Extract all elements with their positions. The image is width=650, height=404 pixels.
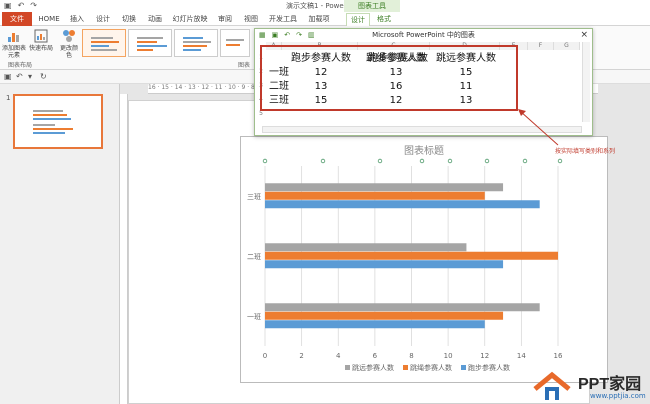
tab-review[interactable]: 审阅 [214, 13, 236, 26]
row-header-5[interactable]: 5 [256, 110, 266, 117]
tab-transitions[interactable]: 切换 [118, 13, 140, 26]
x-tick-label-7: 14 [517, 352, 526, 360]
legend-label-2: 跑步参赛人数 [468, 363, 510, 372]
category-label-2: 三班 [247, 192, 261, 201]
chart-tools-context-header: 图表工具 [344, 0, 400, 12]
chart-style-4[interactable] [220, 29, 250, 57]
palette-icon [63, 30, 75, 42]
group-chart-layout-label: 图表布局 [8, 62, 33, 69]
watermark-brand: PPT家园 [578, 376, 642, 393]
dropdown-icon[interactable]: ▾ [28, 72, 32, 81]
selection-handle-2 [377, 158, 383, 164]
change-colors-button[interactable]: 更改颜色 [58, 28, 80, 59]
x-tick-label-6: 12 [480, 352, 489, 360]
tab-home[interactable]: HOME [36, 13, 62, 26]
chart-style-3[interactable] [174, 29, 218, 57]
bar-0-2 [265, 303, 540, 312]
tab-chart-format[interactable]: 格式 [372, 13, 396, 26]
tab-developer[interactable]: 开发工具 [266, 13, 300, 26]
change-colors-label: 更改颜色 [59, 45, 78, 59]
tab-design[interactable]: 设计 [92, 13, 114, 26]
annotation-arrow-icon [518, 109, 559, 146]
bar-2-2 [265, 183, 504, 192]
datasheet-title: Microsoft PowerPoint 中的图表 [372, 31, 475, 39]
group-chart-styles-label: 图表 [238, 62, 251, 69]
save-icon-2[interactable]: ▣ [4, 72, 12, 81]
tab-file[interactable]: 文件 [2, 12, 32, 26]
x-tick-label-5: 10 [444, 352, 453, 360]
chart-style-1[interactable] [82, 29, 126, 57]
selection-handle-3 [419, 158, 425, 164]
legend-swatch-2 [461, 365, 466, 370]
x-tick-label-4: 8 [409, 352, 413, 360]
annotation-text: 按实际填写类别和系列 [555, 148, 616, 155]
datasheet-vertical-scrollbar[interactable] [582, 42, 590, 122]
title-bar: ▣ ↶ ↷ 演示文稿1 - PowerPoint [0, 0, 650, 12]
column-header-f[interactable]: F [528, 42, 554, 50]
x-tick-label-8: 16 [554, 352, 563, 360]
bar-0-1 [265, 311, 504, 320]
slide-thumbnail-pane: 1 [0, 84, 120, 404]
x-tick-label-3: 6 [373, 352, 378, 360]
add-chart-element-label: 添加图表元素 [2, 45, 27, 59]
category-label-1: 二班 [247, 252, 261, 261]
add-chart-element-button[interactable]: 添加图表元素 [2, 28, 26, 59]
bar-0-0 [265, 320, 485, 329]
watermark-url: www.pptjia.com [590, 392, 646, 400]
selection-handle-4 [447, 158, 453, 164]
legend-swatch-0 [345, 365, 350, 370]
tab-chart-design[interactable]: 设计 [346, 13, 370, 26]
selection-handle-1 [320, 158, 326, 164]
redo-icon-2[interactable]: ↻ [40, 72, 47, 81]
category-label-0: 一班 [247, 312, 261, 321]
vertical-ruler [120, 94, 128, 404]
selection-handle-6 [522, 158, 528, 164]
quick-layout-label: 快速布局 [28, 45, 53, 52]
selection-handle-0 [262, 158, 268, 164]
legend-swatch-1 [403, 365, 408, 370]
tab-animations[interactable]: 动画 [144, 13, 166, 26]
quick-layout-icon [34, 29, 48, 43]
data-range-highlight [260, 45, 518, 111]
x-tick-label-1: 2 [299, 352, 303, 360]
close-icon[interactable]: × [580, 29, 588, 41]
tab-view[interactable]: 视图 [240, 13, 262, 26]
selection-handle-7 [557, 158, 563, 164]
column-header-g[interactable]: G [554, 42, 580, 50]
ribbon-tabs: 文件 HOME 插入 设计 切换 动画 幻灯片放映 审阅 视图 开发工具 加载项… [0, 12, 650, 26]
bar-2-1 [265, 191, 485, 200]
quick-layout-button[interactable]: 快速布局 [28, 28, 54, 52]
x-tick-label-2: 4 [336, 352, 341, 360]
tab-insert[interactable]: 插入 [66, 13, 88, 26]
chart-style-2[interactable] [128, 29, 172, 57]
legend-label-0: 跳远参赛人数 [352, 363, 394, 372]
bar-1-2 [265, 243, 467, 252]
tab-slideshow[interactable]: 幻灯片放映 [170, 13, 210, 26]
x-tick-label-0: 0 [263, 352, 267, 360]
legend-label-1: 跳绳参赛人数 [410, 363, 452, 372]
tab-addins[interactable]: 加载项 [304, 13, 334, 26]
bar-chart[interactable]: 0 2 4 6 8 10 12 14 16 一班 二班 三班跳远参赛人数 跳绳参赛人数 跑步参赛人数 [240, 136, 608, 383]
slide-number: 1 [6, 94, 11, 102]
selection-handle-5 [484, 158, 490, 164]
window-title: 演示文稿1 - PowerPoint [286, 2, 364, 10]
bar-1-0 [265, 260, 504, 269]
undo-icon-2[interactable]: ↶ [16, 72, 23, 81]
slide-thumbnail[interactable] [13, 94, 103, 149]
bar-2-0 [265, 200, 540, 209]
add-chart-element-icon [8, 33, 19, 42]
bar-1-1 [265, 251, 558, 260]
